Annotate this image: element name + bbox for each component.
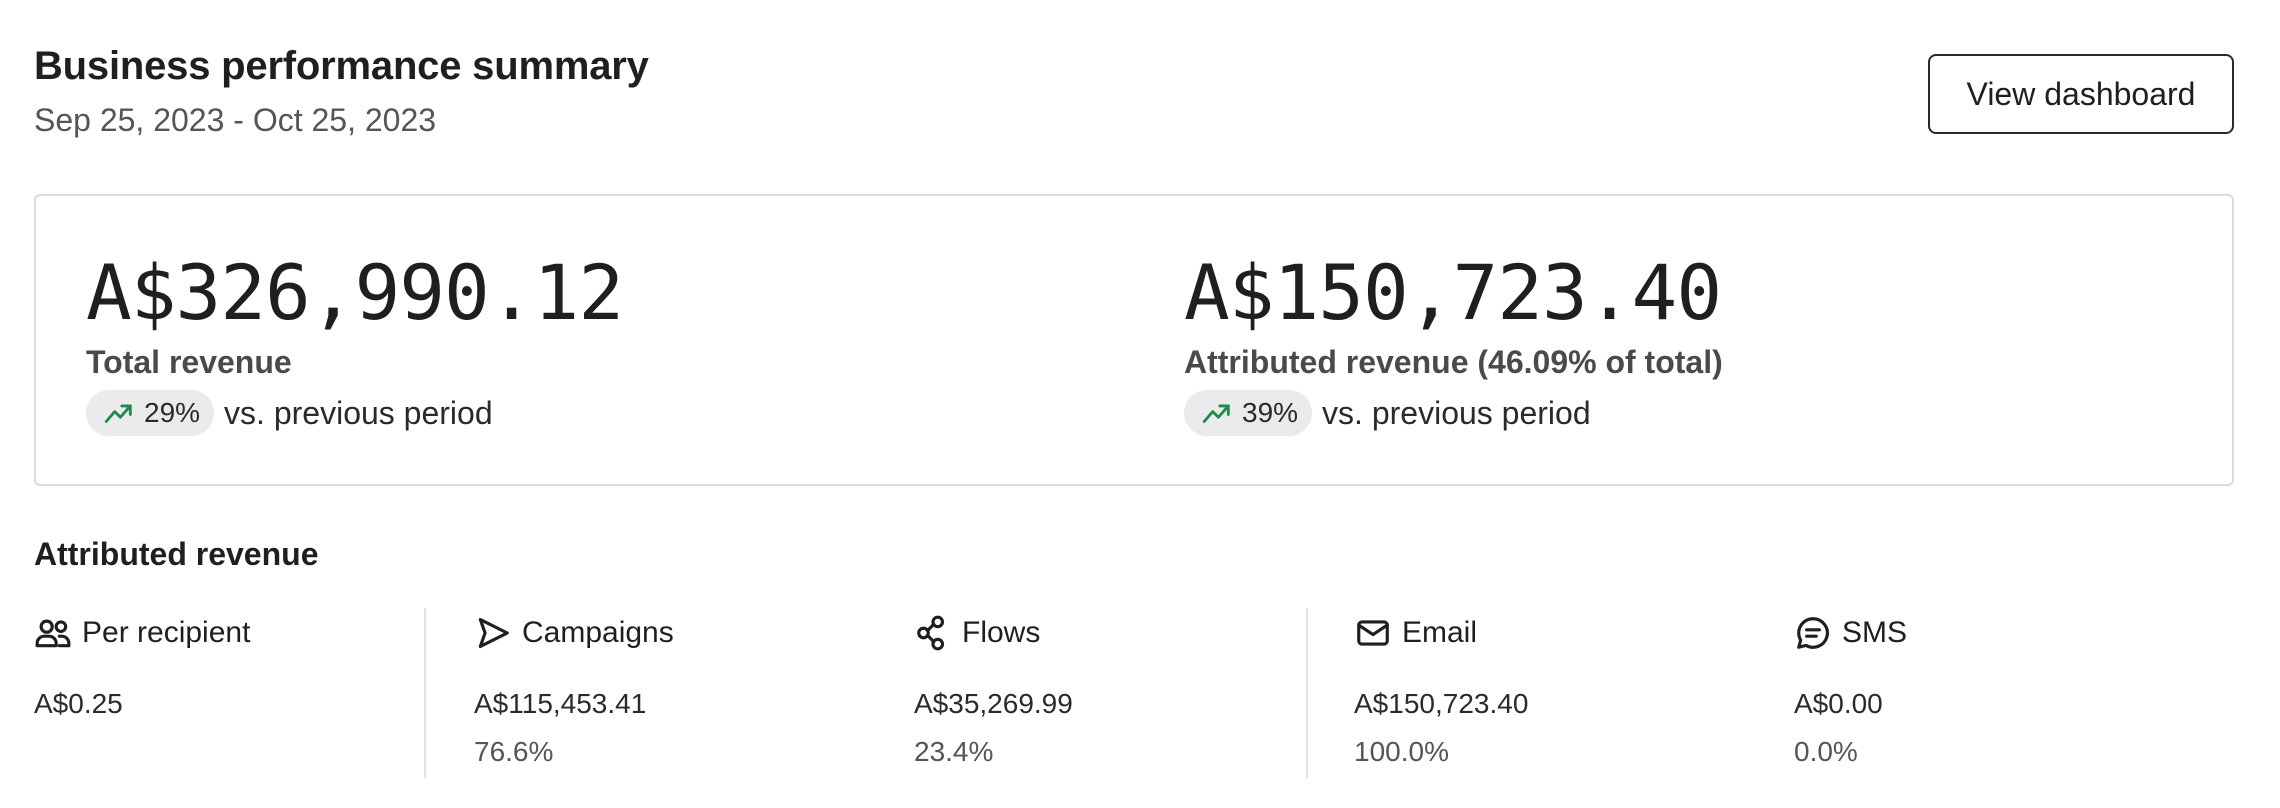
divider bbox=[1306, 608, 1308, 778]
stat-campaigns: Campaigns A$115,453.41 76.6% bbox=[474, 608, 674, 778]
divider bbox=[424, 608, 426, 778]
stat-percent: 23.4% bbox=[914, 736, 994, 767]
stat-percent: 100.0% bbox=[1354, 736, 1449, 767]
stat-per-recipient: Per recipient A$0.25 bbox=[34, 608, 250, 778]
stat-name: Campaigns bbox=[522, 616, 674, 649]
stat-value: A$115,453.41 bbox=[474, 688, 647, 719]
stat-sms: SMS A$0.00 0.0% bbox=[1794, 608, 1907, 778]
view-dashboard-button[interactable]: View dashboard bbox=[1928, 54, 2234, 134]
users-icon bbox=[35, 619, 71, 648]
stat-percent: 76.6% bbox=[474, 736, 554, 767]
change-percent: 39% bbox=[1242, 397, 1299, 428]
stat-value: A$35,269.99 bbox=[914, 688, 1073, 719]
date-range: Sep 25, 2023 - Oct 25, 2023 bbox=[34, 102, 437, 138]
change-pill: 39% bbox=[1184, 390, 1313, 436]
stat-percent: 0.0% bbox=[1794, 736, 1858, 767]
trending-up-icon bbox=[1202, 404, 1230, 423]
change-suffix: vs. previous period bbox=[1322, 394, 1591, 431]
total-revenue-value: A$326,990.12 bbox=[86, 248, 624, 337]
attributed-revenue-label: Attributed revenue (46.09% of total) bbox=[1184, 344, 1723, 380]
stat-value: A$150,723.40 bbox=[1354, 688, 1529, 719]
attributed-revenue-section-title: Attributed revenue bbox=[34, 536, 319, 572]
trending-up-icon bbox=[104, 404, 132, 423]
stat-name: Per recipient bbox=[82, 616, 251, 649]
change-suffix: vs. previous period bbox=[224, 394, 493, 431]
stat-email: Email A$150,723.40 100.0% bbox=[1354, 608, 1528, 778]
attributed-revenue-value: A$150,723.40 bbox=[1184, 248, 1722, 337]
sms-icon bbox=[1797, 617, 1829, 649]
flows-icon bbox=[917, 615, 945, 651]
page-title: Business performance summary bbox=[34, 44, 649, 88]
total-revenue-change: 29% vs. previous period bbox=[86, 390, 493, 436]
attributed-revenue-change: 39% vs. previous period bbox=[1184, 390, 1591, 436]
total-revenue-label: Total revenue bbox=[86, 344, 292, 380]
stat-name: Email bbox=[1402, 616, 1478, 649]
stat-value: A$0.00 bbox=[1794, 688, 1883, 719]
change-pill: 29% bbox=[86, 390, 215, 436]
stat-value: A$0.25 bbox=[34, 688, 123, 719]
stat-name: Flows bbox=[962, 616, 1041, 649]
change-percent: 29% bbox=[144, 397, 201, 428]
stat-flows: Flows A$35,269.99 23.4% bbox=[914, 608, 1073, 778]
send-icon bbox=[478, 617, 509, 649]
stat-name: SMS bbox=[1842, 616, 1908, 649]
business-summary-page: Business performance summary Sep 25, 202… bbox=[0, 0, 2280, 808]
revenue-summary-card: A$326,990.12 Total revenue 29% vs. previ… bbox=[34, 194, 2234, 486]
mail-icon bbox=[1357, 620, 1389, 646]
